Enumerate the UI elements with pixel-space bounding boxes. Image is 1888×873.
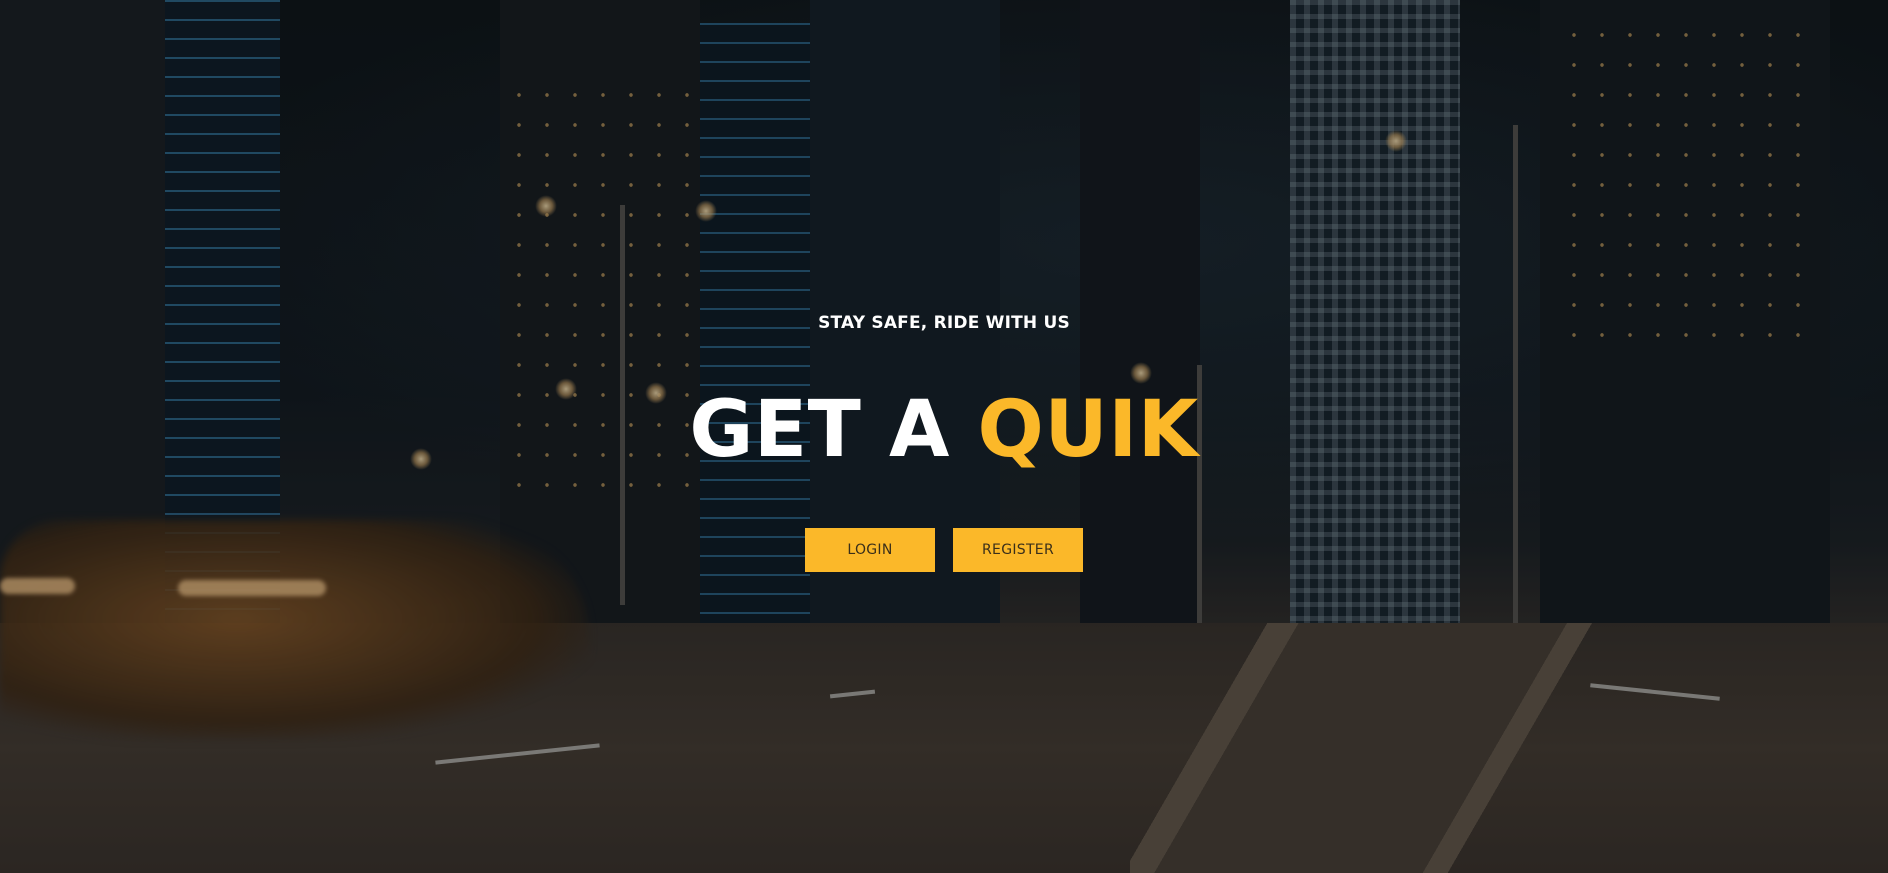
hero-content: STAY SAFE, RIDE WITH US GET A QUIK LOGIN…	[0, 0, 1888, 873]
headline-primary-text: GET A	[689, 385, 950, 475]
hero-section: STAY SAFE, RIDE WITH US GET A QUIK LOGIN…	[0, 0, 1888, 873]
login-button[interactable]: LOGIN	[805, 528, 935, 572]
hero-tagline: STAY SAFE, RIDE WITH US	[818, 313, 1070, 333]
register-button[interactable]: REGISTER	[953, 528, 1083, 572]
auth-buttons: LOGIN REGISTER	[0, 528, 1888, 572]
hero-headline: GET A QUIK	[0, 385, 1888, 475]
headline-accent-text: QUIK	[977, 385, 1199, 475]
